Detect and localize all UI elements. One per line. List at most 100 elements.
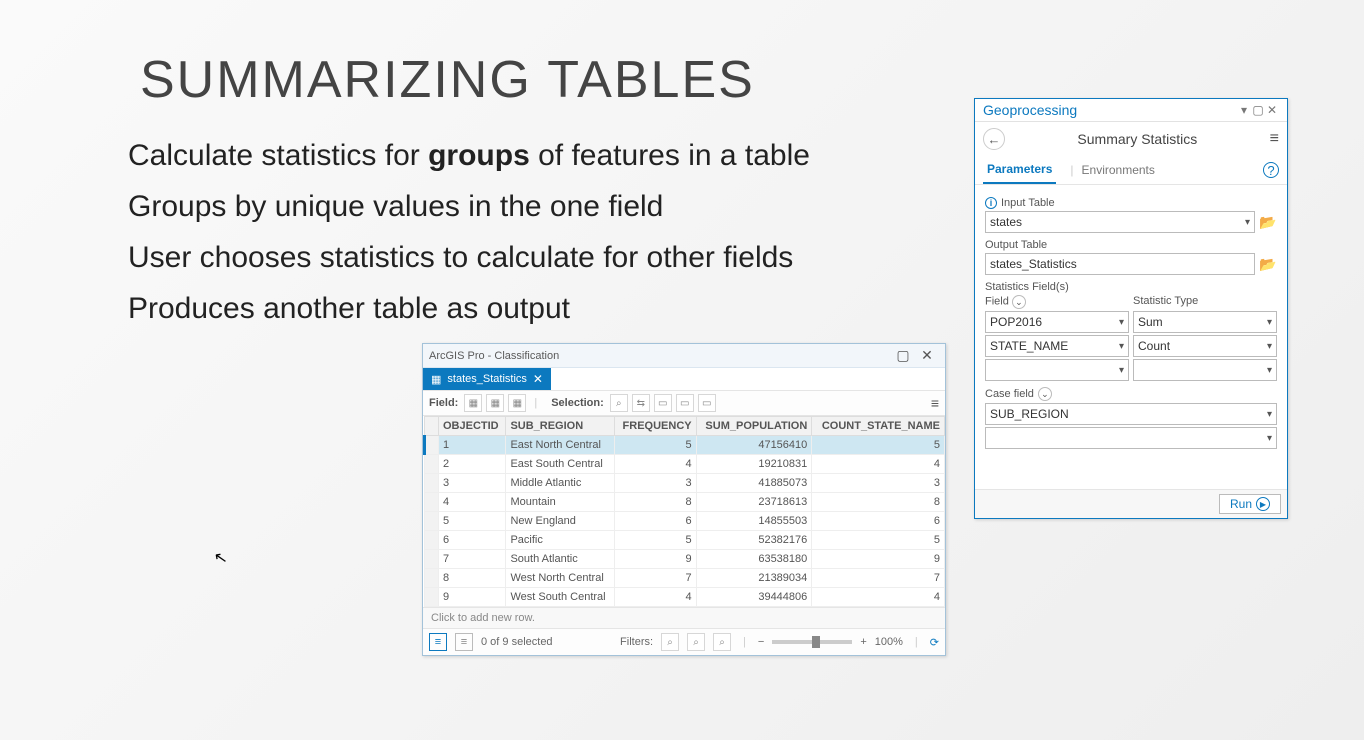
cell-sumpop[interactable]: 21389034 [696,569,812,588]
tab-states-statistics[interactable]: ▦ states_Statistics ✕ [423,368,551,390]
cell-objectid[interactable]: 2 [439,455,506,474]
cell-countstate[interactable]: 3 [812,474,945,493]
run-button[interactable]: Run ▶ [1219,494,1281,514]
case-field-1[interactable]: SUB_REGION [985,403,1277,425]
filter-btn-1[interactable]: ⌕ [661,633,679,651]
cell-subregion[interactable]: West North Central [506,569,615,588]
add-row-hint[interactable]: Click to add new row. [423,607,945,628]
stat-type-2[interactable]: Count [1133,335,1277,357]
pane-titlebar[interactable]: Geoprocessing ▾ ▢ ✕ [975,99,1287,122]
output-table-field[interactable]: states_Statistics [985,253,1255,275]
filter-btn-3[interactable]: ⌕ [713,633,731,651]
zoom-in-button[interactable]: + [860,636,866,648]
stat-type-1[interactable]: Sum [1133,311,1277,333]
back-button[interactable]: ← [983,128,1005,150]
delete-field-button[interactable]: ▦ [508,394,526,412]
cell-sumpop[interactable]: 47156410 [696,436,812,455]
cell-countstate[interactable]: 4 [812,455,945,474]
row-handle[interactable] [425,569,439,588]
cell-sumpop[interactable]: 41885073 [696,474,812,493]
cell-subregion[interactable]: West South Central [506,588,615,607]
cell-frequency[interactable]: 3 [615,474,696,493]
cell-frequency[interactable]: 5 [615,436,696,455]
cell-objectid[interactable]: 8 [439,569,506,588]
pane-float-icon[interactable]: ▢ [1251,103,1265,117]
stat-type-3[interactable] [1133,359,1277,381]
col-subregion[interactable]: SUB_REGION [506,417,615,436]
row-handle[interactable] [425,493,439,512]
casefield-expand-icon[interactable]: ⌄ [1038,387,1052,401]
cell-objectid[interactable]: 9 [439,588,506,607]
cell-sumpop[interactable]: 19210831 [696,455,812,474]
row-handle[interactable] [425,550,439,569]
col-countstate[interactable]: COUNT_STATE_NAME [812,417,945,436]
cell-countstate[interactable]: 7 [812,569,945,588]
cell-frequency[interactable]: 8 [615,493,696,512]
clear-selection-button[interactable]: ▭ [654,394,672,412]
cell-objectid[interactable]: 7 [439,550,506,569]
cell-subregion[interactable]: East North Central [506,436,615,455]
close-icon[interactable]: ✕ [915,347,939,364]
tab-parameters[interactable]: Parameters [983,156,1056,184]
cell-sumpop[interactable]: 52382176 [696,531,812,550]
cell-frequency[interactable]: 9 [615,550,696,569]
cell-sumpop[interactable]: 63538180 [696,550,812,569]
cell-objectid[interactable]: 4 [439,493,506,512]
stat-field-2[interactable]: STATE_NAME [985,335,1129,357]
show-all-button[interactable]: ≡ [429,633,447,651]
cell-subregion[interactable]: Mountain [506,493,615,512]
cell-frequency[interactable]: 7 [615,569,696,588]
cell-countstate[interactable]: 6 [812,512,945,531]
show-selected-button[interactable]: ≡ [455,633,473,651]
maximize-icon[interactable]: ▢ [891,347,915,364]
row-handle[interactable] [425,588,439,607]
row-handle[interactable] [425,512,439,531]
case-field-2[interactable] [985,427,1277,449]
tab-close-icon[interactable]: ✕ [533,372,543,386]
cell-subregion[interactable]: Pacific [506,531,615,550]
window-titlebar[interactable]: ArcGIS Pro - Classification ▢ ✕ [423,344,945,368]
cell-frequency[interactable]: 6 [615,512,696,531]
cell-subregion[interactable]: South Atlantic [506,550,615,569]
cell-subregion[interactable]: East South Central [506,455,615,474]
filter-btn-2[interactable]: ⌕ [687,633,705,651]
menu-icon[interactable]: ≡ [931,395,939,411]
table-row[interactable]: 4 Mountain 8 23718613 8 [425,493,945,512]
switch-selection-button[interactable]: ⇆ [632,394,650,412]
cell-objectid[interactable]: 3 [439,474,506,493]
table-row[interactable]: 6 Pacific 5 52382176 5 [425,531,945,550]
table-row[interactable]: 2 East South Central 4 19210831 4 [425,455,945,474]
row-handle[interactable] [425,474,439,493]
table-row[interactable]: 5 New England 6 14855503 6 [425,512,945,531]
table-row[interactable]: 7 South Atlantic 9 63538180 9 [425,550,945,569]
cell-sumpop[interactable]: 23718613 [696,493,812,512]
tab-environments[interactable]: Environments [1078,157,1159,183]
cell-sumpop[interactable]: 14855503 [696,512,812,531]
select-by-attr-button[interactable]: ⌕ [610,394,628,412]
delete-selected-button[interactable]: ▭ [676,394,694,412]
cell-frequency[interactable]: 5 [615,531,696,550]
pane-dropdown-icon[interactable]: ▾ [1237,103,1251,117]
copy-selected-button[interactable]: ▭ [698,394,716,412]
zoom-out-button[interactable]: − [758,636,764,648]
cell-countstate[interactable]: 5 [812,531,945,550]
cell-frequency[interactable]: 4 [615,588,696,607]
cell-frequency[interactable]: 4 [615,455,696,474]
cell-countstate[interactable]: 4 [812,588,945,607]
table-row[interactable]: 3 Middle Atlantic 3 41885073 3 [425,474,945,493]
info-icon[interactable]: i [985,197,997,209]
row-handle[interactable] [425,455,439,474]
cell-countstate[interactable]: 8 [812,493,945,512]
pane-close-icon[interactable]: ✕ [1265,103,1279,117]
table-row[interactable]: 8 West North Central 7 21389034 7 [425,569,945,588]
cell-objectid[interactable]: 6 [439,531,506,550]
browse-input-icon[interactable]: 📂 [1259,214,1277,230]
row-handle[interactable] [425,531,439,550]
calculate-field-button[interactable]: ▦ [486,394,504,412]
refresh-icon[interactable]: ⟳ [930,636,939,649]
table-row[interactable]: 9 West South Central 4 39444806 4 [425,588,945,607]
tool-menu-icon[interactable]: ≡ [1270,130,1279,148]
cell-subregion[interactable]: Middle Atlantic [506,474,615,493]
cell-countstate[interactable]: 5 [812,436,945,455]
help-icon[interactable]: ? [1263,162,1279,178]
